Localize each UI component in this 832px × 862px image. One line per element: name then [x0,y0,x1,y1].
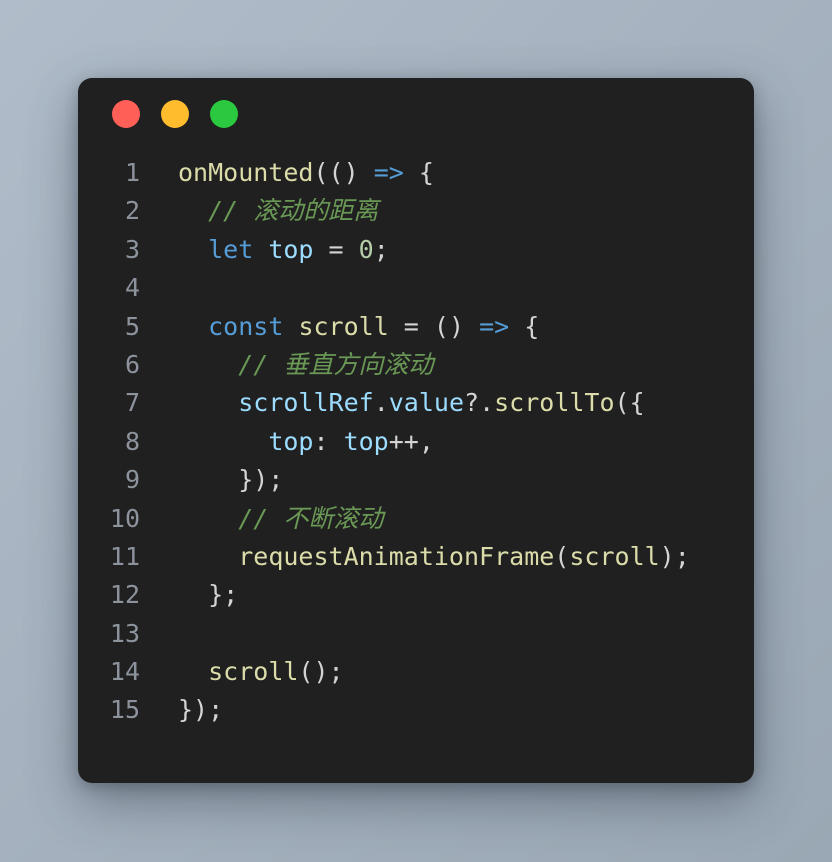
line-number: 8 [124,426,140,456]
token-comment: // 垂直方向滚动 [178,349,434,379]
token-punct: = [313,234,359,264]
token-punct: . [373,388,389,418]
token-punct: ++, [388,426,434,456]
token-punct: }; [178,580,239,610]
code-line[interactable]: 9 }); [78,461,754,499]
token-var: top [268,426,314,456]
token-var: value [388,388,465,418]
code-line[interactable]: 4 [78,269,754,307]
token-keyword: let [208,234,254,264]
line-number: 3 [124,234,140,264]
line-number: 2 [124,196,140,226]
line-content: // 垂直方向滚动 [140,346,433,384]
token-punct: (() [313,158,374,187]
line-number: 1 [124,158,140,187]
token-keyword: const [208,311,284,341]
code-line[interactable]: 8 top: top++, [78,423,754,461]
token-punct: ; [373,234,389,264]
code-line[interactable]: 12 }; [78,576,754,614]
token-punct: : [313,426,344,456]
token-func: scroll [569,541,660,571]
line-content: top: top++, [140,423,434,461]
token-punct: ( [554,541,570,571]
code-line[interactable]: 11 requestAnimationFrame(scroll); [78,538,754,576]
line-content: }); [140,691,223,729]
line-content: onMounted(() => { [140,154,434,192]
token-punct: (); [298,657,344,687]
code-line[interactable]: 5 const scroll = () => { [78,308,754,346]
code-line[interactable]: 1 onMounted(() => { [78,154,754,192]
line-number: 10 [109,503,140,533]
token-comment: // 滚动的距离 [178,196,379,226]
token-comment: // 不断滚动 [178,503,384,533]
code-line[interactable]: 14 scroll(); [78,653,754,691]
line-number: 7 [124,388,140,418]
close-window-dot[interactable] [112,100,140,128]
line-number: 11 [109,541,140,571]
code-line[interactable]: 10 // 不断滚动 [78,500,754,538]
code-line[interactable]: 3 let top = 0; [78,231,754,269]
token-operator: => [479,311,510,341]
zoom-window-dot[interactable] [210,100,238,128]
line-number: 15 [109,695,140,725]
line-number: 4 [124,273,140,303]
line-content: // 滚动的距离 [140,192,378,230]
token-punct: = () [388,311,480,341]
code-line[interactable]: 13 [78,615,754,653]
code-snippet-card: 1 onMounted(() => {2 // 滚动的距离 3 let top = … [78,78,754,783]
line-content: const scroll = () => { [140,308,539,346]
token-var: top [343,426,389,456]
token-punct: ?. [464,388,495,418]
line-number: 5 [124,311,140,341]
token-number: 0 [358,234,374,264]
code-line[interactable]: 6 // 垂直方向滚动 [78,346,754,384]
token-operator: => [373,158,404,187]
code-line[interactable]: 7 scrollRef.value?.scrollTo({ [78,384,754,422]
window-titlebar [78,78,754,150]
line-number: 6 [124,349,140,379]
token-func: scrollTo [494,388,615,418]
token-punct: { [509,311,540,341]
code-line[interactable]: 2 // 滚动的距离 [78,192,754,230]
token-punct: }); [178,695,224,725]
token-func: scroll [208,657,299,687]
minimize-window-dot[interactable] [161,100,189,128]
code-line[interactable]: 15}); [78,691,754,729]
token-func: onMounted [178,158,314,187]
token-var: top [268,234,314,264]
line-content: requestAnimationFrame(scroll); [140,538,690,576]
token-punct: { [403,158,434,187]
line-content: scroll(); [140,653,344,691]
token-punct: ); [659,541,690,571]
line-content: }; [140,576,238,614]
line-number: 12 [109,580,140,610]
line-content: // 不断滚动 [140,500,383,538]
line-number: 13 [109,618,140,648]
token-punct: }); [178,465,284,495]
line-number: 9 [124,465,140,495]
token-func: scroll [298,311,389,341]
line-content: scrollRef.value?.scrollTo({ [140,384,645,422]
line-content: let top = 0; [140,231,389,269]
token-var: scrollRef [238,388,374,418]
code-editor[interactable]: 1 onMounted(() => {2 // 滚动的距离 3 let top = … [78,150,754,730]
line-number: 14 [109,657,140,687]
token-punct: ({ [614,388,645,418]
token-func: requestAnimationFrame [238,541,555,571]
line-content: }); [140,461,283,499]
